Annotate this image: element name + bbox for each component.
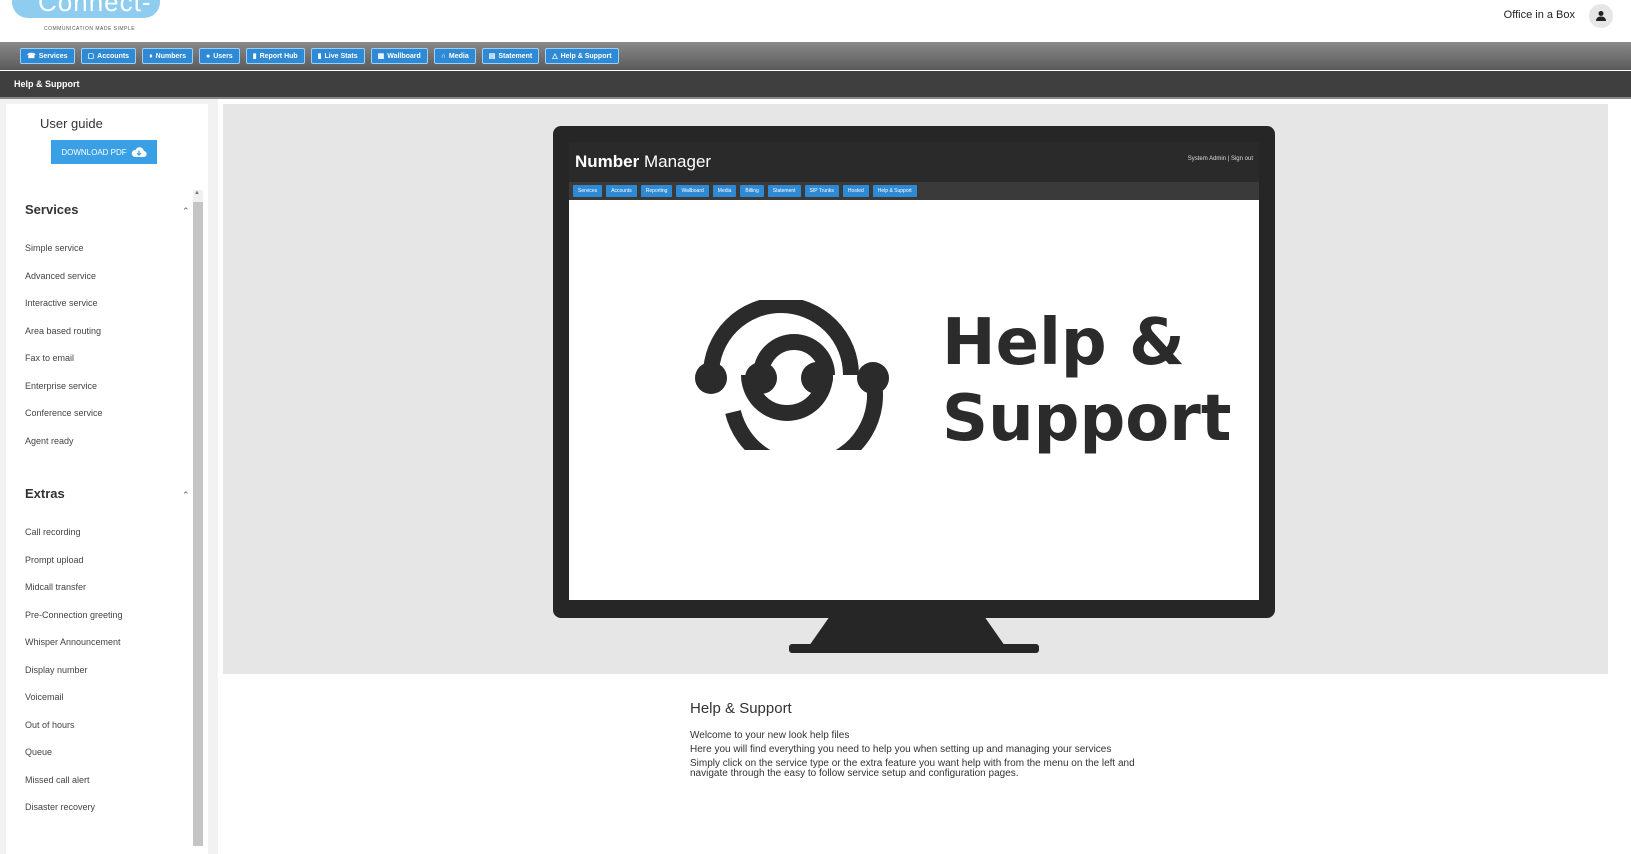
main-content: Number Manager System Admin | Sign out S…	[223, 104, 1608, 854]
nav-label: Statement	[498, 52, 533, 60]
main-nav: ☎ Services ▢ Accounts ♦ Numbers ● Users ▮ Report …	[0, 42, 1631, 70]
help-intro: Help & Support Welcome to your new look …	[690, 700, 1160, 783]
app-user: System Admin | Sign out	[1187, 156, 1253, 162]
nav-label: Wallboard	[387, 52, 421, 60]
breadcrumb: Help & Support	[14, 79, 80, 89]
grid-icon: ▦	[377, 53, 385, 60]
nav-label: Media	[448, 52, 469, 60]
nav-label: Numbers	[155, 52, 186, 60]
intro-paragraph: Here you will find everything you need t…	[690, 744, 1112, 755]
sidebar-link-enterprise-service[interactable]: Enterprise service	[25, 381, 97, 391]
nav-label: Services	[38, 52, 68, 60]
nav-help-support-button[interactable]: △ Help & Support	[545, 48, 619, 64]
sidebar-link-agent-ready[interactable]: Agent ready	[25, 436, 74, 446]
screen-nav-item: Hosted	[842, 185, 869, 197]
sidebar-link-whisper-announcement[interactable]: Whisper Announcement	[25, 637, 121, 647]
screen-header: Number Manager System Admin | Sign out	[569, 142, 1259, 182]
screen-nav-item: Billing	[740, 185, 764, 197]
sidebar-link-out-of-hours[interactable]: Out of hours	[25, 720, 75, 730]
person-icon[interactable]	[1589, 4, 1613, 28]
sidebar: User guide DOWNLOAD PDF Services ⌃ Simple …	[6, 104, 208, 854]
download-pdf-label: DOWNLOAD PDF	[61, 147, 127, 157]
sidebar-link-fax-to-email[interactable]: Fax to email	[25, 353, 74, 363]
screen-nav-item: Reporting	[640, 185, 673, 197]
intro-paragraph: Simply click on the service type or the …	[690, 758, 1135, 779]
screen-nav: Services Accounts Reporting Wallboard Media B…	[569, 182, 1259, 200]
screen-nav-item: Accounts	[606, 185, 637, 197]
screen-nav-item: SIP Trunks	[804, 185, 839, 197]
sidebar-link-midcall-transfer[interactable]: Midcall transfer	[25, 582, 86, 592]
nav-wallboard-button[interactable]: ▦ Wallboard	[370, 48, 428, 64]
download-pdf-button[interactable]: DOWNLOAD PDF	[51, 140, 157, 164]
nav-label: Accounts	[97, 52, 130, 60]
help-support-logo-icon	[695, 300, 889, 450]
document-icon: ▤	[488, 53, 496, 60]
sidebar-link-voicemail[interactable]: Voicemail	[25, 692, 64, 702]
section-title-extras[interactable]: Extras	[25, 486, 65, 501]
app-title: Number Manager	[575, 152, 712, 171]
breadcrumb-bar: Help & Support	[0, 71, 1631, 99]
nav-accounts-button[interactable]: ▢ Accounts	[80, 48, 137, 64]
sidebar-link-prompt-upload[interactable]: Prompt upload	[25, 555, 84, 565]
sidebar-link-queue[interactable]: Queue	[25, 747, 52, 757]
sidebar-link-simple-service[interactable]: Simple service	[25, 243, 84, 253]
nav-live-stats-button[interactable]: ▮ Live Stats	[310, 48, 365, 64]
sidebar-scroll-thumb[interactable]	[193, 202, 203, 846]
nav-statement-button[interactable]: ▤ Statement	[481, 48, 540, 64]
screen-nav-item: Media	[712, 185, 737, 197]
screen-nav-item: Help & Support	[872, 185, 917, 197]
chevron-up-icon[interactable]: ⌃	[182, 490, 190, 501]
section-title-services[interactable]: Services	[25, 202, 79, 217]
monitor-illustration: Number Manager System Admin | Sign out S…	[553, 126, 1275, 618]
chevron-up-icon[interactable]: ⌃	[182, 206, 190, 217]
screen-nav-item: Wallboard	[676, 185, 709, 197]
logo[interactable]: Connect-It COMMUNICATION MADE SIMPLE	[10, 0, 160, 48]
screen-nav-item: Statement	[767, 185, 801, 197]
chart-icon: ▮	[252, 53, 257, 60]
nav-label: Help & Support	[560, 52, 612, 60]
sidebar-link-missed-call-alert[interactable]: Missed call alert	[25, 775, 90, 785]
monitor-base	[789, 644, 1039, 653]
scroll-up-icon[interactable]: ▲	[194, 190, 200, 196]
nav-numbers-button[interactable]: ♦ Numbers	[142, 48, 193, 64]
top-bar: Connect-It COMMUNICATION MADE SIMPLE Off…	[0, 0, 1631, 48]
screen-heading: Help & Support	[942, 306, 1232, 456]
sidebar-link-disaster-recovery[interactable]: Disaster recovery	[25, 802, 95, 812]
monitor-stand	[809, 618, 1005, 646]
intro-paragraph: Welcome to your new look help files	[690, 730, 850, 741]
sidebar-link-conference-service[interactable]: Conference service	[25, 408, 103, 418]
sidebar-link-advanced-service[interactable]: Advanced service	[25, 271, 96, 281]
nav-label: Users	[213, 52, 233, 60]
sidebar-link-call-recording[interactable]: Call recording	[25, 527, 81, 537]
warning-icon: △	[552, 53, 558, 60]
person-icon: ●	[206, 52, 211, 60]
phone-icon: ☎	[27, 53, 36, 60]
sidebar-link-display-number[interactable]: Display number	[25, 665, 88, 675]
hero-banner: Number Manager System Admin | Sign out S…	[223, 104, 1608, 674]
user-name[interactable]: Office in a Box	[1504, 9, 1575, 21]
nav-media-button[interactable]: ∩ Media	[433, 48, 476, 64]
headphones-icon: ∩	[440, 52, 446, 60]
nav-users-button[interactable]: ● Users	[199, 48, 240, 64]
sidebar-link-interactive-service[interactable]: Interactive service	[25, 298, 98, 308]
chart-icon: ▮	[317, 53, 322, 60]
screen-nav-item: Services	[573, 185, 603, 197]
nav-services-button[interactable]: ☎ Services	[20, 48, 75, 64]
sidebar-link-pre-connection-greeting[interactable]: Pre-Connection greeting	[25, 610, 123, 620]
nav-report-hub-button[interactable]: ▮ Report Hub	[245, 48, 305, 64]
user-guide-title: User guide	[40, 116, 103, 131]
nav-label: Report Hub	[259, 52, 298, 60]
content-title: Help & Support	[690, 700, 792, 717]
sidebar-link-area-based-routing[interactable]: Area based routing	[25, 326, 101, 336]
cloud-download-icon	[131, 146, 147, 157]
logo-tagline: COMMUNICATION MADE SIMPLE	[44, 26, 136, 32]
screen-body: Help & Support	[569, 200, 1259, 600]
folder-icon: ▢	[87, 53, 95, 60]
nav-label: Live Stats	[324, 52, 358, 60]
pin-icon: ♦	[149, 52, 153, 60]
